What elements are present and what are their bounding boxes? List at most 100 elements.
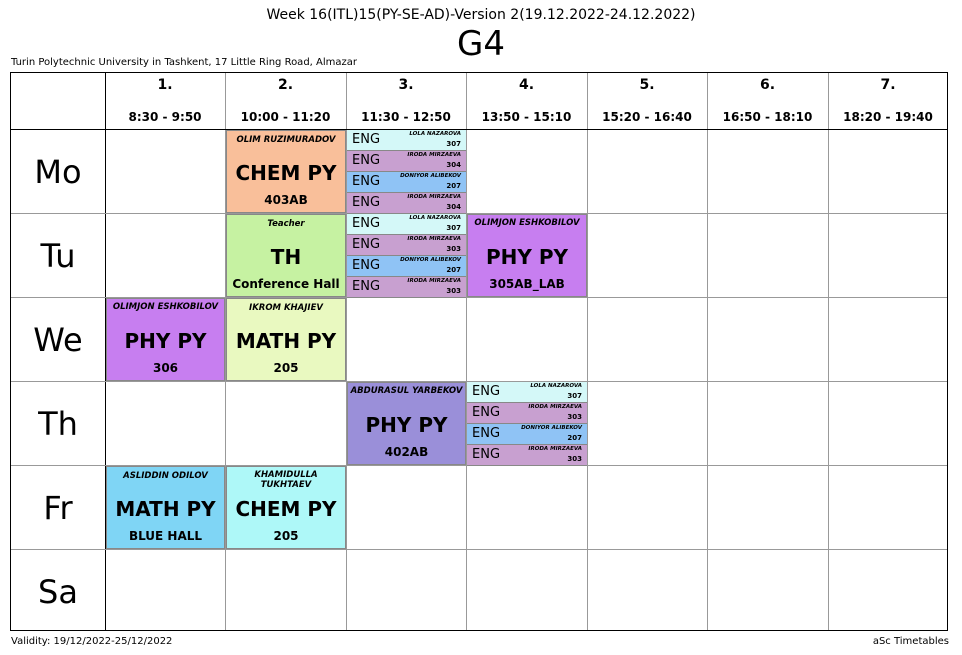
- school-address: Turin Polytechnic University in Tashkent…: [11, 57, 357, 68]
- period-time: 13:50 - 15:10: [481, 110, 572, 124]
- lesson-teacher: KHAMIDULLA TUKHTAEV: [254, 470, 318, 490]
- lesson-room: 305AB_LAB: [489, 277, 565, 291]
- lesson-room: 205: [273, 529, 299, 543]
- period-time: 16:50 - 18:10: [722, 110, 813, 124]
- day-label: Fr: [43, 489, 73, 527]
- period-number: 2.: [277, 77, 294, 93]
- subgroup-subject: ENG: [352, 279, 381, 294]
- english-subgroup[interactable]: ENG IRODA MIRZAEVA 303: [467, 403, 587, 424]
- period-header: 1. 8:30 - 9:50: [105, 73, 225, 129]
- subgroup-room: 303: [446, 287, 461, 295]
- brand-text: aSc Timetables: [872, 636, 949, 647]
- lesson-card[interactable]: Teacher TH Conference Hall: [226, 214, 346, 297]
- english-subgroup[interactable]: ENG LOLA NAZAROVA 307: [347, 130, 466, 151]
- lesson-subject: MATH PY: [235, 329, 337, 353]
- validity-text: Validity: 19/12/2022-25/12/2022: [11, 636, 173, 647]
- subgroup-teacher: IRODA MIRZAEVA: [407, 152, 461, 158]
- lesson-room: Conference Hall: [232, 277, 340, 291]
- subgroup-teacher: IRODA MIRZAEVA: [407, 236, 461, 242]
- lesson-room: BLUE HALL: [128, 529, 203, 543]
- subgroup-teacher: DONIYOR ALIBEKOV: [400, 173, 461, 179]
- subgroup-subject: ENG: [472, 426, 501, 441]
- period-header: 4. 13:50 - 15:10: [466, 73, 587, 129]
- english-subgroup[interactable]: ENG IRODA MIRZAEVA 304: [347, 193, 466, 214]
- subgroup-teacher: LOLA NAZAROVA: [409, 215, 461, 221]
- subgroup-teacher: IRODA MIRZAEVA: [528, 446, 582, 452]
- subgroup-subject: ENG: [352, 132, 381, 147]
- period-number: 3.: [398, 77, 414, 93]
- subgroup-room: 304: [446, 203, 461, 211]
- period-time: 10:00 - 11:20: [240, 110, 331, 124]
- grid-line: [828, 73, 829, 630]
- day-label: Sa: [38, 573, 78, 611]
- period-header: 3. 11:30 - 12:50: [346, 73, 466, 129]
- lesson-room: 205: [273, 361, 299, 375]
- subgroup-teacher: LOLA NAZAROVA: [409, 131, 461, 137]
- subgroup-room: 307: [446, 224, 461, 232]
- subgroup-teacher: IRODA MIRZAEVA: [407, 194, 461, 200]
- lesson-subject: PHY PY: [124, 329, 207, 353]
- subgroup-room: 307: [567, 392, 582, 400]
- lesson-card[interactable]: OLIM RUZIMURADOV CHEM PY 403AB: [226, 130, 346, 213]
- subgroup-teacher: IRODA MIRZAEVA: [407, 278, 461, 284]
- subgroup-room: 303: [567, 455, 582, 463]
- lesson-card[interactable]: KHAMIDULLA TUKHTAEV CHEM PY 205: [226, 466, 346, 549]
- lesson-teacher: OLIMJON ESHKOBILOV: [112, 302, 219, 312]
- week-title: Week 16(ITL)15(PY-SE-AD)-Version 2(19.12…: [266, 7, 696, 23]
- lesson-card[interactable]: OLIMJON ESHKOBILOV PHY PY 305AB_LAB: [467, 214, 587, 297]
- period-number: 1.: [157, 77, 173, 93]
- subgroup-subject: ENG: [352, 195, 381, 210]
- subgroup-subject: ENG: [472, 405, 501, 420]
- grid-line: [11, 549, 947, 550]
- english-subgroup[interactable]: ENG IRODA MIRZAEVA 304: [347, 151, 466, 172]
- period-number: 6.: [759, 77, 776, 93]
- english-subgroup[interactable]: ENG LOLA NAZAROVA 307: [467, 382, 587, 403]
- lesson-card[interactable]: ABDURASUL YARBEKOV PHY PY 402AB: [347, 382, 466, 465]
- lesson-room: 306: [152, 361, 179, 375]
- grid-line: [11, 129, 947, 130]
- period-time: 8:30 - 9:50: [128, 110, 202, 124]
- english-subgroup[interactable]: ENG IRODA MIRZAEVA 303: [467, 445, 587, 466]
- period-header: 2. 10:00 - 11:20: [225, 73, 346, 129]
- day-label: Th: [38, 405, 78, 443]
- period-time: 18:20 - 19:40: [843, 110, 933, 124]
- subgroup-subject: ENG: [472, 447, 501, 462]
- subgroup-subject: ENG: [352, 174, 381, 189]
- day-label: Tu: [40, 237, 76, 275]
- english-subgroup[interactable]: ENG LOLA NAZAROVA 307: [347, 214, 466, 235]
- lesson-teacher: Teacher: [267, 219, 305, 229]
- english-subgroup[interactable]: ENG DONIYOR ALIBEKOV 207: [347, 172, 466, 193]
- english-subgroup[interactable]: ENG DONIYOR ALIBEKOV 207: [347, 256, 466, 277]
- subgroup-room: 207: [446, 266, 461, 274]
- subgroup-room: 303: [446, 245, 461, 253]
- period-number: 4.: [518, 77, 535, 93]
- subgroup-room: 307: [446, 140, 461, 148]
- subgroup-room: 304: [446, 161, 461, 169]
- subgroup-room: 207: [446, 182, 461, 190]
- lesson-subject: MATH PY: [115, 497, 216, 521]
- lesson-teacher: ASLIDDIN ODILOV: [123, 471, 208, 481]
- english-subgroup[interactable]: ENG IRODA MIRZAEVA 303: [347, 235, 466, 256]
- english-subgroup[interactable]: ENG IRODA MIRZAEVA 303: [347, 277, 466, 298]
- subgroup-teacher: IRODA MIRZAEVA: [528, 404, 582, 410]
- timetable-grid: 1. 8:30 - 9:50 2. 10:00 - 11:20 3. 11:30…: [10, 72, 948, 631]
- subgroup-teacher: LOLA NAZAROVA: [530, 383, 582, 389]
- day-label: We: [33, 321, 83, 359]
- lesson-subject: CHEM PY: [235, 161, 337, 185]
- lesson-subject: PHY PY: [486, 245, 568, 269]
- english-subgroup[interactable]: ENG DONIYOR ALIBEKOV 207: [467, 424, 587, 445]
- subgroup-teacher: DONIYOR ALIBEKOV: [400, 257, 461, 263]
- lesson-subject: PHY PY: [365, 413, 448, 437]
- subgroup-teacher: DONIYOR ALIBEKOV: [521, 425, 582, 431]
- grid-line: [466, 73, 467, 630]
- subgroup-subject: ENG: [472, 384, 501, 399]
- lesson-card[interactable]: ASLIDDIN ODILOV MATH PY BLUE HALL: [106, 466, 225, 549]
- subgroup-room: 207: [567, 434, 582, 442]
- lesson-teacher: ABDURASUL YARBEKOV: [350, 386, 463, 396]
- period-number: 5.: [639, 77, 655, 93]
- grid-line: [707, 73, 708, 630]
- period-time: 11:30 - 12:50: [361, 110, 451, 124]
- grid-line: [587, 73, 588, 630]
- lesson-card[interactable]: IKROM KHAJIEV MATH PY 205: [226, 298, 346, 381]
- lesson-card[interactable]: OLIMJON ESHKOBILOV PHY PY 306: [106, 298, 225, 381]
